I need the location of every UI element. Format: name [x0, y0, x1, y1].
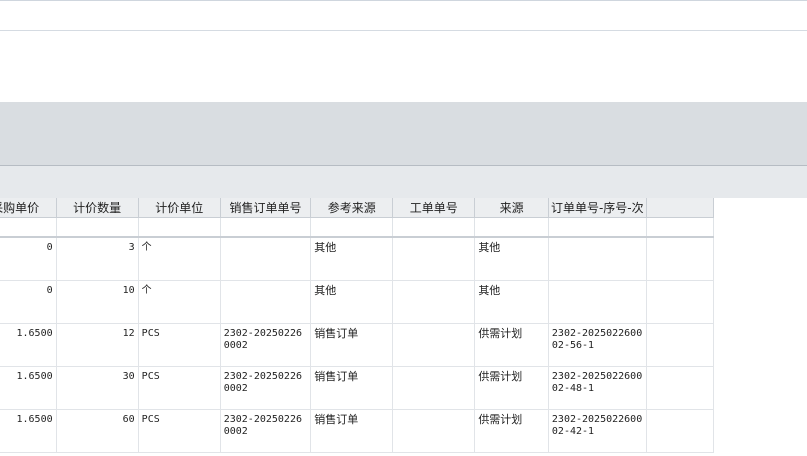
table-row[interactable]: 0 3 个 其他 其他 [0, 237, 715, 281]
column-header-overflow[interactable] [646, 198, 715, 218]
cell-order-seq[interactable]: 2302-202502260002-48-1 [548, 366, 647, 410]
filter-cell[interactable] [310, 217, 394, 238]
grid-table: 采购单价 计价数量 计价单位 销售订单单号 参考来源 工单单号 来源 订单单号-… [0, 198, 715, 453]
cell-unit-price[interactable]: 0 [0, 237, 57, 281]
cell-price-unit[interactable]: PCS [138, 366, 221, 410]
cell-overflow [646, 366, 715, 410]
column-header[interactable]: 参考来源 [310, 198, 394, 218]
cell-price-qty[interactable]: 60 [56, 409, 139, 453]
cell-work-order-no[interactable] [392, 237, 476, 281]
column-header[interactable]: 销售订单单号 [220, 198, 312, 218]
table-row[interactable]: 1.6500 60 PCS 2302-202502260002 销售订单 供需计… [0, 409, 715, 453]
table-row[interactable]: 0 10 个 其他 其他 [0, 280, 715, 324]
cell-price-qty[interactable]: 3 [56, 237, 139, 281]
cell-sales-order-no[interactable]: 2302-202502260002 [220, 366, 312, 410]
cell-unit-price[interactable]: 1.6500 [0, 366, 57, 410]
filter-cell[interactable] [138, 217, 221, 238]
cell-work-order-no[interactable] [392, 323, 476, 367]
cell-price-unit[interactable]: 个 [138, 237, 221, 281]
top-bar [0, 0, 807, 31]
cell-source[interactable]: 供需计划 [474, 366, 549, 410]
cell-ref-source[interactable]: 其他 [310, 280, 394, 324]
cell-order-seq[interactable]: 2302-202502260002-42-1 [548, 409, 647, 453]
cell-price-qty[interactable]: 12 [56, 323, 139, 367]
cell-source[interactable]: 其他 [474, 237, 549, 281]
grid-header-row: 采购单价 计价数量 计价单位 销售订单单号 参考来源 工单单号 来源 订单单号-… [0, 198, 715, 218]
column-header[interactable]: 计价单位 [138, 198, 221, 218]
cell-overflow [646, 409, 715, 453]
filter-cell[interactable] [646, 217, 715, 238]
cell-sales-order-no[interactable] [220, 237, 312, 281]
column-header[interactable]: 订单单号-序号-次 [548, 198, 647, 218]
cell-source[interactable]: 其他 [474, 280, 549, 324]
filter-row [0, 217, 715, 238]
cell-work-order-no[interactable] [392, 280, 476, 324]
filter-cell[interactable] [548, 217, 647, 238]
column-header[interactable]: 工单单号 [392, 198, 476, 218]
cell-order-seq[interactable] [548, 237, 647, 281]
data-grid: 采购单价 计价数量 计价单位 销售订单单号 参考来源 工单单号 来源 订单单号-… [0, 198, 807, 456]
filter-cell[interactable] [392, 217, 476, 238]
cell-order-seq[interactable] [548, 280, 647, 324]
cell-overflow [646, 323, 715, 367]
cell-sales-order-no[interactable]: 2302-202502260002 [220, 323, 312, 367]
toolbar-panel [0, 102, 807, 166]
cell-price-unit[interactable]: PCS [138, 409, 221, 453]
cell-ref-source[interactable]: 销售订单 [310, 409, 394, 453]
column-header[interactable]: 来源 [474, 198, 549, 218]
cell-ref-source[interactable]: 其他 [310, 237, 394, 281]
filter-cell[interactable] [56, 217, 139, 238]
grid-toolbar-strip [0, 166, 807, 198]
cell-sales-order-no[interactable]: 2302-202502260002 [220, 409, 312, 453]
table-row[interactable]: 1.6500 12 PCS 2302-202502260002 销售订单 供需计… [0, 323, 715, 367]
column-header[interactable]: 采购单价 [0, 198, 57, 218]
filter-cell[interactable] [220, 217, 312, 238]
cell-sales-order-no[interactable] [220, 280, 312, 324]
cell-price-unit[interactable]: 个 [138, 280, 221, 324]
cell-source[interactable]: 供需计划 [474, 323, 549, 367]
table-row[interactable]: 1.6500 30 PCS 2302-202502260002 销售订单 供需计… [0, 366, 715, 410]
cell-unit-price[interactable]: 1.6500 [0, 323, 57, 367]
form-area [0, 31, 807, 102]
filter-cell[interactable] [0, 217, 57, 238]
cell-work-order-no[interactable] [392, 366, 476, 410]
cell-source[interactable]: 供需计划 [474, 409, 549, 453]
cell-ref-source[interactable]: 销售订单 [310, 323, 394, 367]
cell-price-qty[interactable]: 10 [56, 280, 139, 324]
cell-overflow [646, 237, 715, 281]
cell-order-seq[interactable]: 2302-202502260002-56-1 [548, 323, 647, 367]
cell-ref-source[interactable]: 销售订单 [310, 366, 394, 410]
cell-overflow [646, 280, 715, 324]
filter-cell[interactable] [474, 217, 549, 238]
column-header[interactable]: 计价数量 [56, 198, 139, 218]
cell-price-qty[interactable]: 30 [56, 366, 139, 410]
cell-unit-price[interactable]: 1.6500 [0, 409, 57, 453]
cell-unit-price[interactable]: 0 [0, 280, 57, 324]
cell-work-order-no[interactable] [392, 409, 476, 453]
cell-price-unit[interactable]: PCS [138, 323, 221, 367]
